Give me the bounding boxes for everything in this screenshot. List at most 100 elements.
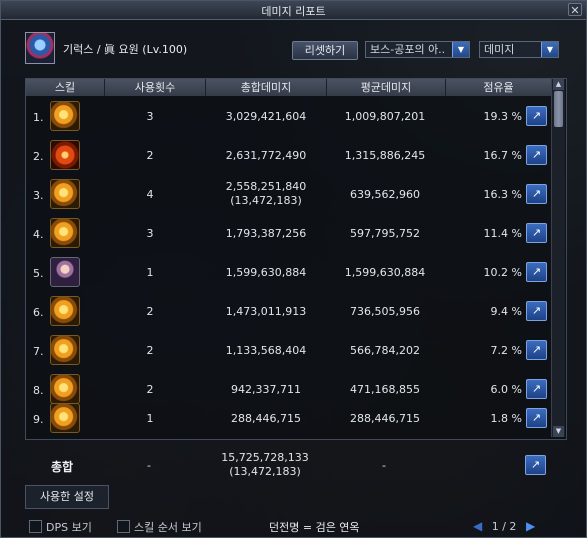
total-summary-row: 총합 - 15,725,728,133 (13,472,183) - ↗ (25, 448, 565, 484)
average-damage: 1,009,807,201 (344, 110, 426, 123)
dungeon-select[interactable]: 보스-공포의 아.. ▼ (365, 41, 470, 58)
character-skill-icon (50, 257, 80, 287)
character-portrait (25, 32, 55, 64)
burst-skill-icon (50, 374, 80, 404)
share-export-icon[interactable]: ↗ (526, 301, 547, 321)
dps-checkbox[interactable] (29, 520, 42, 533)
double-blade-skill-icon (50, 218, 80, 248)
row-number: 9. (33, 413, 44, 426)
header-total-damage: 총합데미지 (206, 79, 327, 96)
row-number: 2. (33, 150, 44, 163)
share-export-icon[interactable]: ↗ (526, 223, 547, 243)
average-damage: 471,168,855 (350, 383, 420, 396)
damage-share: 19.3 % (483, 110, 522, 123)
average-damage: 639,562,960 (350, 188, 420, 201)
share-export-icon[interactable]: ↗ (526, 184, 547, 204)
total-label: 총합 (51, 460, 74, 474)
total-damage: 1,793,387,256 (225, 227, 307, 240)
table-row: 2. 2 2,631,772,490 1,315,886,245 16.7 % … (26, 138, 551, 174)
dps-toggle[interactable]: DPS 보기 (29, 519, 92, 534)
red-slash-skill-icon (50, 140, 80, 170)
page-indicator: 1 / 2 (491, 520, 517, 533)
close-button[interactable]: ✕ (568, 3, 582, 17)
row-number: 6. (33, 306, 44, 319)
table-header: 스킬 사용횟수 총합데미지 평균데미지 점유율 (26, 79, 552, 97)
table-row: 9. 1 288,446,715 288,446,715 1.8 % ↗ (26, 401, 551, 437)
bow-skill-icon (50, 335, 80, 365)
player-name: 기럭스 / 眞 요원 (Lv.100) (63, 43, 188, 56)
share-export-icon[interactable]: ↗ (526, 408, 547, 428)
chevron-down-icon: ▼ (541, 42, 558, 57)
average-damage: 1,599,630,884 (344, 266, 426, 279)
skill-order-label: 스킬 순서 보기 (134, 521, 202, 534)
next-page-arrow-icon[interactable]: ▶ (526, 519, 535, 533)
share-export-icon[interactable]: ↗ (526, 340, 547, 360)
sword-skill-icon (50, 179, 80, 209)
total-damage: 942,337,711 (231, 383, 301, 396)
row-number: 7. (33, 345, 44, 358)
average-damage: 597,795,752 (350, 227, 420, 240)
row-number: 3. (33, 189, 44, 202)
grand-total-extra: (13,472,183) (229, 465, 301, 478)
scroll-thumb[interactable] (554, 91, 563, 127)
total-damage: 1,133,568,404 (225, 344, 307, 357)
table-scrollbar[interactable]: ▲ ▼ (551, 79, 565, 437)
table-row: 5. 1 1,599,630,884 1,599,630,884 10.2 % … (26, 255, 551, 291)
average-damage: 736,505,956 (350, 305, 420, 318)
header-share: 점유율 (446, 79, 552, 96)
scroll-up-arrow-icon[interactable]: ▲ (553, 79, 564, 90)
damage-share: 1.8 % (490, 412, 522, 425)
used-settings-tab[interactable]: 사용한 설정 (25, 485, 109, 509)
metric-select-value: 데미지 (484, 43, 515, 56)
uses-count: 1 (146, 412, 154, 425)
average-damage: 1,315,886,245 (344, 149, 426, 162)
average-damage: 566,784,202 (350, 344, 420, 357)
grand-total-damage: 15,725,728,133 (13,472,183) (211, 451, 319, 479)
total-damage: 2,558,251,840 (13,472,183) (212, 180, 320, 208)
share-export-icon[interactable]: ↗ (526, 106, 547, 126)
total-damage: 3,029,421,604 (225, 110, 307, 123)
fire-kanji-skill-icon (50, 101, 80, 131)
share-export-icon[interactable]: ↗ (526, 145, 547, 165)
skill-order-toggle[interactable]: 스킬 순서 보기 (117, 519, 202, 534)
uses-count: 1 (146, 266, 154, 279)
damage-share: 9.4 % (490, 305, 522, 318)
grand-total-value: 15,725,728,133 (221, 451, 309, 464)
dps-toggle-label: DPS 보기 (46, 521, 92, 534)
uses-count: 2 (146, 305, 154, 318)
row-number: 4. (33, 228, 44, 241)
prev-page-arrow-icon[interactable]: ◀ (473, 519, 482, 533)
average-damage: 288,446,715 (350, 412, 420, 425)
damage-share: 7.2 % (490, 344, 522, 357)
metric-select[interactable]: 데미지 ▼ (479, 41, 559, 58)
share-export-icon[interactable]: ↗ (525, 455, 546, 475)
damage-share: 16.3 % (483, 188, 522, 201)
title-bar[interactable]: 데미지 리포트 ✕ (1, 1, 586, 20)
wheel-skill-icon (50, 403, 80, 433)
share-export-icon[interactable]: ↗ (526, 379, 547, 399)
total-uses: - (147, 459, 151, 472)
damage-share: 16.7 % (483, 149, 522, 162)
chevron-down-icon: ▼ (452, 42, 469, 57)
header-uses: 사용횟수 (105, 79, 206, 96)
table-row: 7. 2 1,133,568,404 566,784,202 7.2 % ↗ (26, 333, 551, 369)
dungeon-status-text: 던전명 = 검은 연옥 (269, 521, 360, 534)
pagination: ◀ 1 / 2 ▶ (473, 519, 535, 533)
uses-count: 2 (146, 149, 154, 162)
total-damage-extra: (13,472,183) (230, 194, 302, 207)
row-number: 1. (33, 111, 44, 124)
table-row: 1. 3 3,029,421,604 1,009,807,201 19.3 % … (26, 99, 551, 135)
table-row: 3. 4 2,558,251,840 (13,472,183) 639,562,… (26, 177, 551, 213)
skill-order-checkbox[interactable] (117, 520, 130, 533)
share-export-icon[interactable]: ↗ (526, 262, 547, 282)
row-number: 8. (33, 384, 44, 397)
uses-count: 3 (146, 110, 154, 123)
skill-damage-table: 스킬 사용횟수 총합데미지 평균데미지 점유율 1. 3 3,029,421,6… (25, 78, 567, 440)
uses-count: 2 (146, 383, 154, 396)
total-damage: 1,599,630,884 (225, 266, 307, 279)
header-skill: 스킬 (26, 79, 105, 96)
total-average: - (382, 459, 386, 472)
reset-button[interactable]: 리셋하기 (292, 41, 358, 60)
scroll-down-arrow-icon[interactable]: ▼ (553, 426, 564, 437)
damage-share: 6.0 % (490, 383, 522, 396)
